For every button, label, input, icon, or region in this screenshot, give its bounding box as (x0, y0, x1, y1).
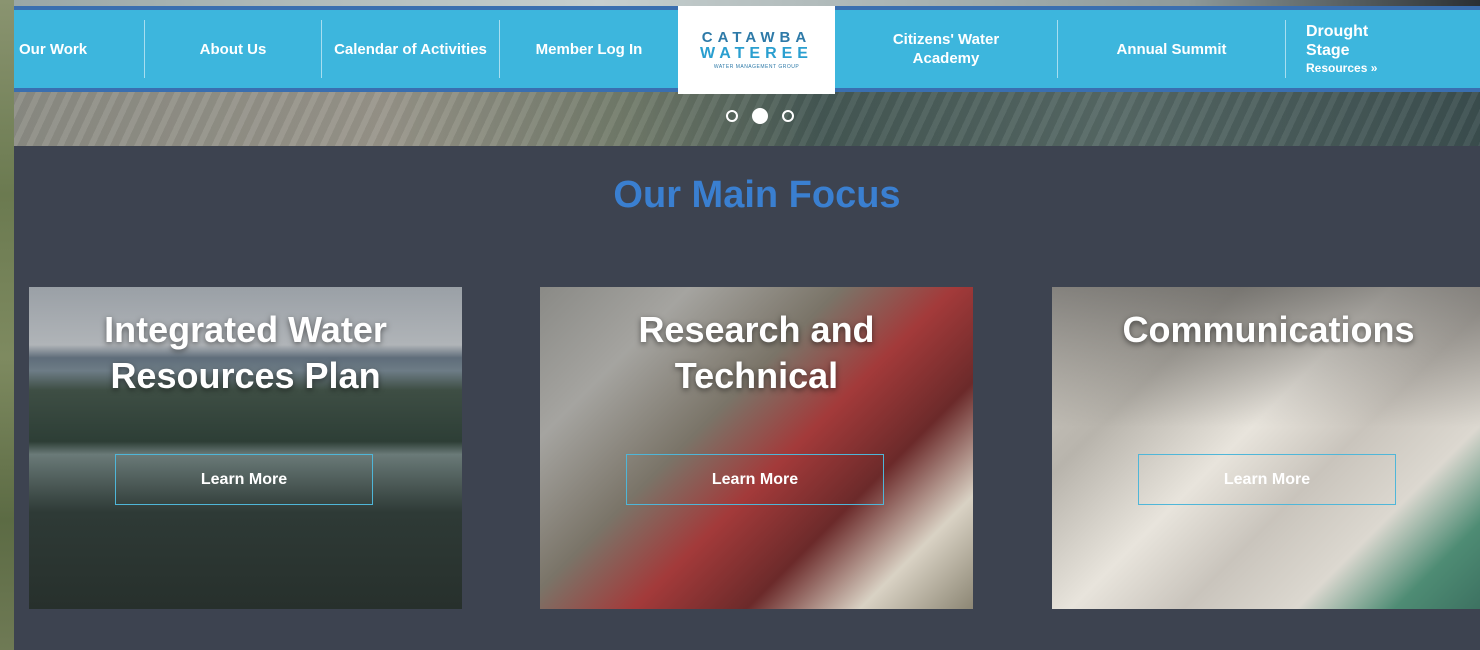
drought-label-line2: Stage (1306, 42, 1350, 59)
card-title: Research and Technical (638, 309, 875, 396)
card-title: Communications (1122, 309, 1415, 350)
drought-resources-link[interactable]: Resources » (1306, 60, 1377, 76)
focus-card-research-technical[interactable]: Research and Technical Learn More (540, 287, 973, 609)
page-main: Our Work About Us Calendar of Activities… (14, 6, 1480, 650)
slider-dot-1[interactable] (726, 110, 738, 122)
learn-more-button[interactable]: Learn More (1138, 454, 1396, 505)
logo-tagline: WATER MANAGEMENT GROUP (713, 64, 800, 70)
focus-card-communications[interactable]: Communications Learn More (1052, 287, 1480, 609)
logo-line-wateree: WATEREE (700, 45, 813, 62)
nav-annual-summit[interactable]: Annual Summit (1058, 10, 1285, 88)
nav-our-work[interactable]: Our Work (19, 10, 144, 88)
site-logo[interactable]: CATAWBA WATEREE WATER MANAGEMENT GROUP (678, 6, 835, 94)
slider-dot-3[interactable] (782, 110, 794, 122)
drought-label-line1: Drought (1306, 23, 1369, 40)
slider-dots (726, 108, 794, 124)
nav-calendar-of-activities[interactable]: Calendar of Activities (322, 10, 499, 88)
learn-more-button[interactable]: Learn More (626, 454, 884, 505)
logo-line-catawba: CATAWBA (701, 29, 812, 46)
slider-dot-2-active[interactable] (752, 108, 768, 124)
nav-citizens-water-academy[interactable]: Citizens' Water Academy (835, 10, 1057, 88)
nav-drought-stage-resources[interactable]: Drought Stage Resources » (1306, 10, 1476, 88)
focus-card-integrated-water-plan[interactable]: Integrated Water Resources Plan Learn Mo… (29, 287, 462, 609)
nav-about-us[interactable]: About Us (145, 10, 321, 88)
learn-more-button[interactable]: Learn More (115, 454, 373, 505)
section-title: Our Main Focus (613, 174, 901, 216)
nav-divider (1285, 20, 1286, 78)
background-landscape-strip (0, 0, 14, 650)
card-title: Integrated Water Resources Plan (104, 309, 387, 396)
nav-member-log-in[interactable]: Member Log In (500, 10, 678, 88)
